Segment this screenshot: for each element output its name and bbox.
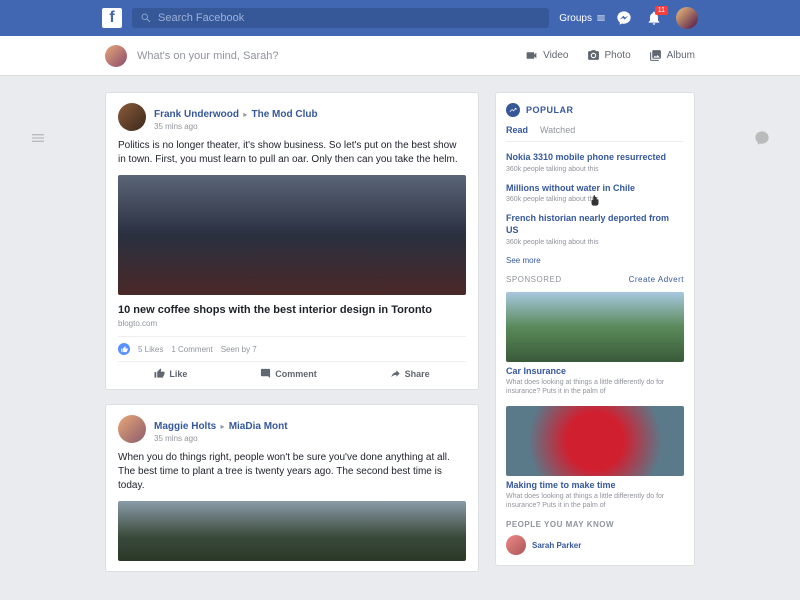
composer-prompt[interactable]: What's on your mind, Sarah? [137, 50, 515, 62]
left-menu-icon[interactable] [30, 130, 46, 142]
post-link-image[interactable] [118, 501, 466, 561]
post-target-link[interactable]: The Mod Club [251, 109, 317, 120]
sponsored-ad-title[interactable]: Making time to make time [506, 480, 684, 490]
people-you-may-know-heading: PEOPLE YOU MAY KNOW [506, 520, 684, 529]
trending-item[interactable]: French historian nearly deported from US… [506, 213, 684, 245]
menu-icon [596, 13, 606, 23]
see-more-link[interactable]: See more [506, 256, 684, 265]
notification-badge: 11 [655, 6, 668, 15]
post-author-avatar[interactable] [118, 415, 146, 443]
top-navigation-bar: f Groups 11 [0, 0, 800, 36]
sponsored-ad-title[interactable]: Car Insurance [506, 366, 684, 376]
post-author-link[interactable]: Frank Underwood [154, 109, 239, 120]
search-container[interactable] [132, 8, 549, 28]
person-avatar [506, 535, 526, 555]
comment-icon [260, 368, 271, 379]
chevron-right-icon: ▸ [218, 422, 226, 431]
photo-button[interactable]: Photo [587, 49, 631, 62]
post-card: Frank Underwood ▸ The Mod Club 35 mins a… [105, 92, 479, 390]
create-advert-link[interactable]: Create Advert [629, 275, 684, 284]
post-target-link[interactable]: MiaDia Mont [229, 421, 288, 432]
share-button[interactable]: Share [390, 368, 430, 379]
trending-icon [506, 103, 520, 117]
groups-link[interactable]: Groups [559, 13, 606, 24]
thumb-up-icon [154, 368, 165, 379]
post-body-text: When you do things right, people won't b… [118, 451, 466, 493]
composer-bar: What's on your mind, Sarah? Video Photo … [0, 36, 800, 76]
like-button[interactable]: Like [154, 368, 187, 379]
sponsored-ad-text: What does looking at things a little dif… [506, 378, 684, 396]
search-input[interactable] [158, 12, 541, 24]
sponsored-ad-image[interactable] [506, 292, 684, 362]
post-timestamp: 35 mins ago [154, 122, 318, 131]
post-link-title[interactable]: 10 new coffee shops with the best interi… [118, 303, 466, 317]
video-button[interactable]: Video [525, 49, 568, 62]
sponsored-heading: SPONSORED [506, 275, 562, 284]
suggested-person[interactable]: Sarah Parker [506, 535, 684, 555]
post-card: Maggie Holts ▸ MiaDia Mont 35 mins ago W… [105, 404, 479, 572]
profile-avatar[interactable] [676, 7, 698, 29]
news-feed: Frank Underwood ▸ The Mod Club 35 mins a… [105, 92, 479, 576]
post-link-source: blogto.com [118, 319, 466, 328]
album-button[interactable]: Album [649, 49, 695, 62]
share-icon [390, 368, 401, 379]
like-icon [118, 343, 130, 355]
sponsored-ad-image[interactable] [506, 406, 684, 476]
search-icon [140, 12, 152, 24]
composer-avatar[interactable] [105, 45, 127, 67]
messenger-icon[interactable] [616, 10, 632, 26]
post-timestamp: 35 mins ago [154, 434, 288, 443]
album-icon [649, 49, 662, 62]
post-author-avatar[interactable] [118, 103, 146, 131]
trending-item[interactable]: Nokia 3310 mobile phone resurrected360k … [506, 152, 684, 173]
notifications-icon[interactable]: 11 [646, 10, 662, 26]
tab-watched[interactable]: Watched [540, 125, 575, 135]
right-sidebar: POPULAR Read Watched Nokia 3310 mobile p… [495, 92, 695, 576]
mouse-cursor [588, 194, 602, 208]
popular-heading: POPULAR [526, 105, 574, 115]
tab-read[interactable]: Read [506, 125, 528, 135]
facebook-logo[interactable]: f [102, 8, 122, 28]
photo-icon [587, 49, 600, 62]
video-icon [525, 49, 538, 62]
post-link-image[interactable] [118, 175, 466, 295]
chevron-right-icon: ▸ [241, 110, 249, 119]
sponsored-ad-text: What does looking at things a little dif… [506, 492, 684, 510]
post-stats: 5 Likes 1 Comment Seen by 7 [118, 336, 466, 362]
post-author-link[interactable]: Maggie Holts [154, 421, 216, 432]
comment-button[interactable]: Comment [260, 368, 317, 379]
post-body-text: Politics is no longer theater, it's show… [118, 139, 466, 167]
right-messenger-icon[interactable] [754, 130, 770, 146]
